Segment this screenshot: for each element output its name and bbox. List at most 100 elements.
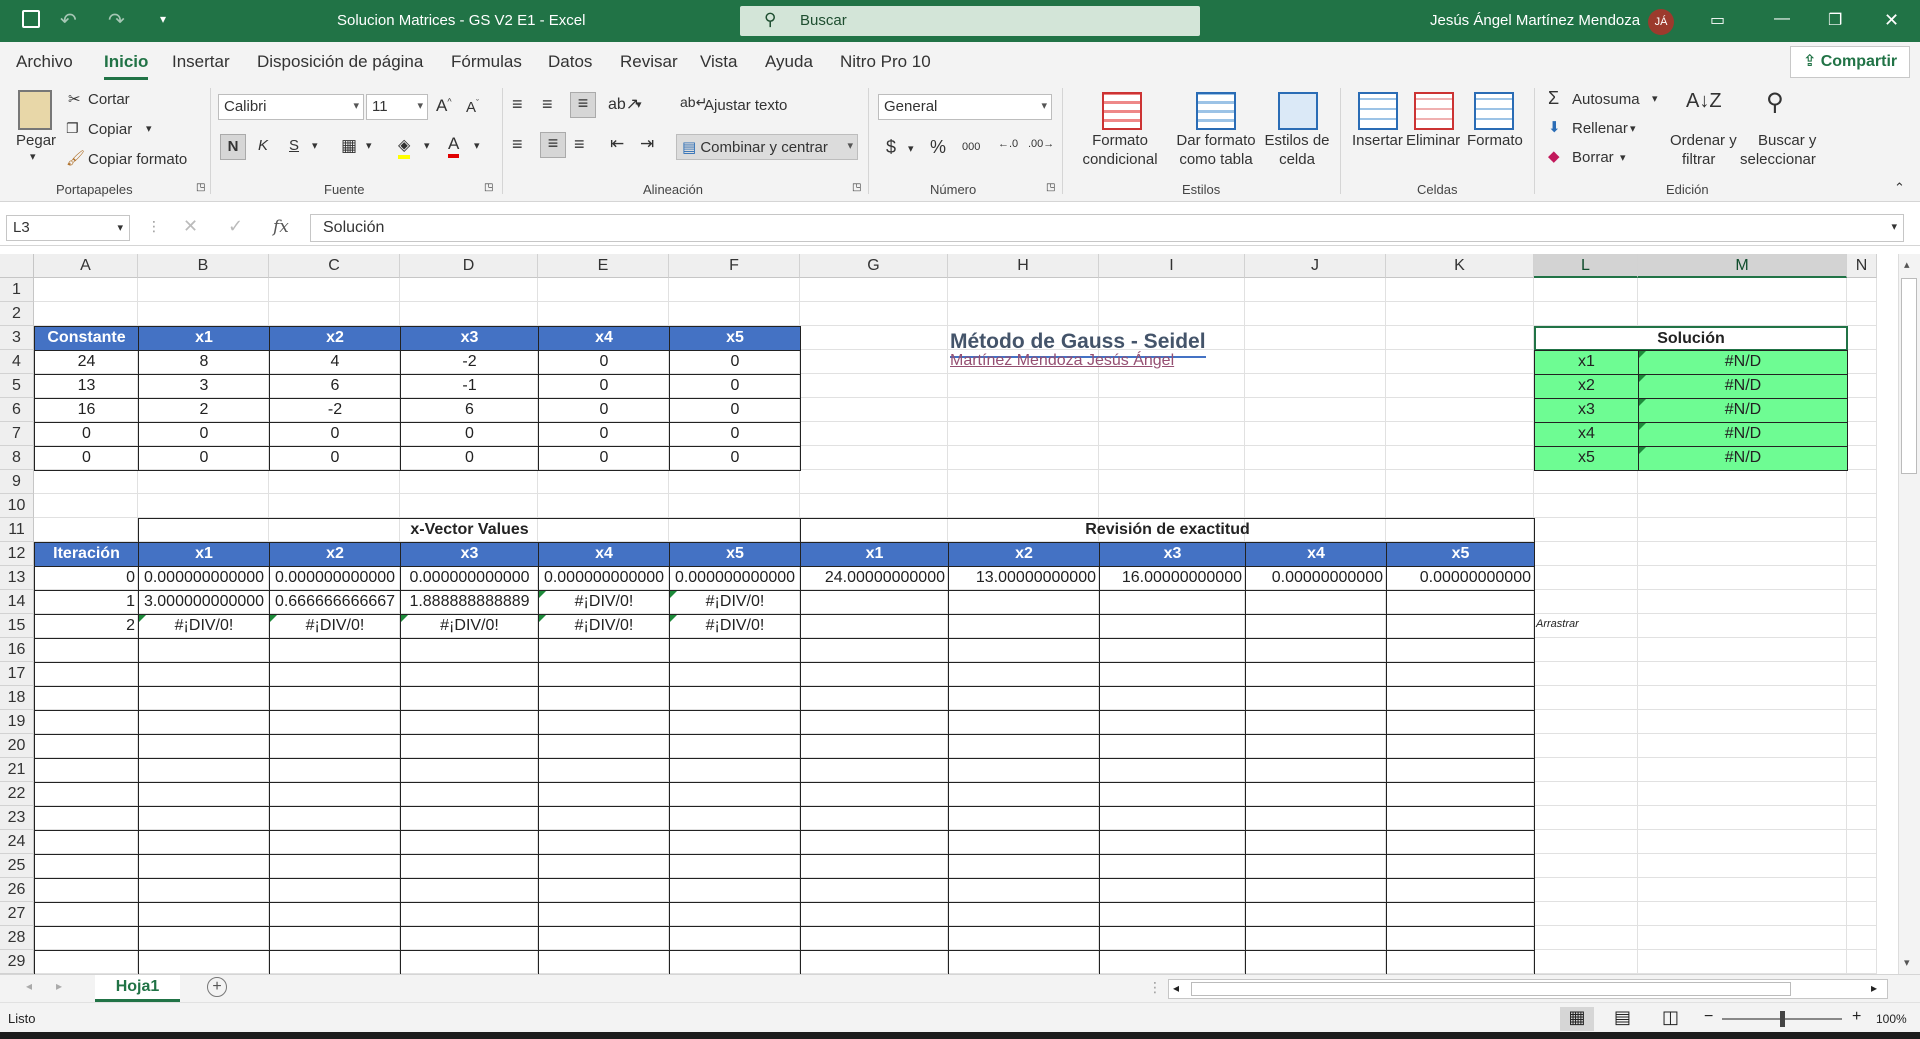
table-cell[interactable] — [948, 854, 1100, 879]
table-cell[interactable] — [948, 806, 1100, 831]
italic-button[interactable]: K — [258, 137, 268, 154]
matrix-cell[interactable]: 0 — [669, 422, 801, 447]
table-cell[interactable] — [669, 758, 801, 783]
matrix-header[interactable]: x4 — [538, 326, 670, 351]
table-cell[interactable] — [1099, 854, 1246, 879]
x-header[interactable]: x2 — [269, 542, 401, 567]
table-cell[interactable] — [1099, 902, 1246, 927]
fill-color-icon[interactable]: ◈ — [398, 135, 411, 159]
x-value[interactable]: 0.000000000000 — [400, 566, 539, 591]
delete-cells-icon[interactable] — [1414, 92, 1454, 130]
table-cell[interactable] — [1386, 662, 1535, 687]
column-header[interactable]: D — [400, 254, 538, 278]
table-cell[interactable] — [34, 782, 139, 807]
table-cell[interactable] — [800, 950, 949, 974]
check-value[interactable] — [1386, 590, 1535, 615]
tab-revisar[interactable]: Revisar — [620, 52, 678, 72]
font-color-dropdown-icon[interactable]: ▾ — [474, 139, 480, 152]
table-cell[interactable] — [1099, 878, 1246, 903]
matrix-cell[interactable]: -1 — [400, 374, 539, 399]
row-header[interactable]: 21 — [0, 758, 34, 782]
table-cell[interactable] — [1245, 734, 1387, 759]
solution-label[interactable]: x3 — [1534, 398, 1639, 423]
tab-insertar[interactable]: Insertar — [172, 52, 230, 72]
table-cell[interactable] — [34, 710, 139, 735]
x-value[interactable]: #¡DIV/0! — [538, 590, 670, 615]
column-header[interactable]: L — [1534, 254, 1638, 278]
x-value[interactable]: #¡DIV/0! — [538, 614, 670, 639]
table-cell[interactable] — [800, 710, 949, 735]
paste-icon[interactable] — [18, 90, 52, 130]
table-cell[interactable] — [538, 710, 670, 735]
table-cell[interactable] — [538, 782, 670, 807]
table-cell[interactable] — [400, 638, 539, 663]
tab-archivo[interactable]: Archivo — [16, 52, 73, 72]
row-header[interactable]: 12 — [0, 542, 34, 566]
table-cell[interactable] — [1099, 806, 1246, 831]
table-cell[interactable] — [269, 758, 401, 783]
table-cell[interactable] — [1386, 830, 1535, 855]
iteration-number[interactable]: 2 — [34, 614, 139, 639]
tab-datos[interactable]: Datos — [548, 52, 592, 72]
table-cell[interactable] — [138, 878, 270, 903]
matrix-cell[interactable]: 6 — [269, 374, 401, 399]
table-cell[interactable] — [800, 806, 949, 831]
table-cell[interactable] — [1099, 830, 1246, 855]
table-cell[interactable] — [138, 686, 270, 711]
matrix-cell[interactable]: 24 — [34, 350, 139, 375]
find-select-label[interactable]: Buscar y — [1758, 132, 1816, 149]
tab-inicio[interactable]: Inicio — [104, 52, 149, 80]
table-cell[interactable] — [1245, 758, 1387, 783]
table-cell[interactable] — [1099, 950, 1246, 974]
vertical-scroll-thumb[interactable] — [1901, 278, 1917, 474]
table-cell[interactable] — [1386, 782, 1535, 807]
zoom-in-icon[interactable]: + — [1852, 1008, 1861, 1026]
matrix-cell[interactable]: 0 — [138, 446, 270, 471]
table-cell[interactable] — [1245, 950, 1387, 974]
align-bottom-icon[interactable]: ≡ — [570, 92, 596, 118]
table-cell[interactable] — [269, 878, 401, 903]
table-cell[interactable] — [138, 638, 270, 663]
zoom-thumb[interactable] — [1780, 1011, 1785, 1027]
solution-title[interactable]: Solución — [1534, 326, 1848, 351]
matrix-cell[interactable]: 16 — [34, 398, 139, 423]
find-select-label-2[interactable]: seleccionar — [1740, 151, 1816, 168]
row-header[interactable]: 1 — [0, 278, 34, 302]
align-middle-icon[interactable]: ≡ — [542, 94, 553, 115]
horizontal-scroll-thumb[interactable] — [1191, 982, 1791, 996]
column-header[interactable]: G — [800, 254, 948, 278]
minimize-icon[interactable]: — — [1774, 10, 1790, 28]
check-value[interactable]: 13.00000000000 — [948, 566, 1100, 591]
row-header[interactable]: 19 — [0, 710, 34, 734]
table-cell[interactable] — [538, 806, 670, 831]
matrix-header[interactable]: x5 — [669, 326, 801, 351]
align-center-icon[interactable]: ≡ — [540, 132, 566, 158]
iteration-number[interactable]: 1 — [34, 590, 139, 615]
row-header[interactable]: 3 — [0, 326, 34, 350]
table-cell[interactable] — [1245, 710, 1387, 735]
table-cell[interactable] — [1386, 710, 1535, 735]
currency-button[interactable]: $ — [886, 137, 896, 158]
x-value[interactable]: 3.000000000000 — [138, 590, 270, 615]
check-value[interactable] — [800, 590, 949, 615]
table-cell[interactable] — [269, 710, 401, 735]
row-header[interactable]: 29 — [0, 950, 34, 974]
table-cell[interactable] — [400, 710, 539, 735]
number-format-select[interactable]: General ▾ — [878, 94, 1052, 120]
table-cell[interactable] — [1099, 782, 1246, 807]
matrix-cell[interactable]: 0 — [138, 422, 270, 447]
table-cell[interactable] — [538, 830, 670, 855]
matrix-cell[interactable]: 0 — [269, 422, 401, 447]
table-cell[interactable] — [1386, 878, 1535, 903]
name-box[interactable]: L3 ▾ — [6, 215, 130, 241]
scroll-up-icon[interactable]: ▴ — [1904, 258, 1910, 271]
increase-indent-icon[interactable]: ⇥ — [640, 134, 654, 154]
table-cell[interactable] — [669, 854, 801, 879]
align-left-icon[interactable]: ≡ — [512, 134, 523, 155]
row-header[interactable]: 17 — [0, 662, 34, 686]
matrix-header[interactable]: x2 — [269, 326, 401, 351]
quick-access-dropdown-icon[interactable]: ▾ — [160, 12, 166, 26]
check-value[interactable] — [948, 614, 1100, 639]
table-cell[interactable] — [269, 638, 401, 663]
table-cell[interactable] — [1386, 926, 1535, 951]
